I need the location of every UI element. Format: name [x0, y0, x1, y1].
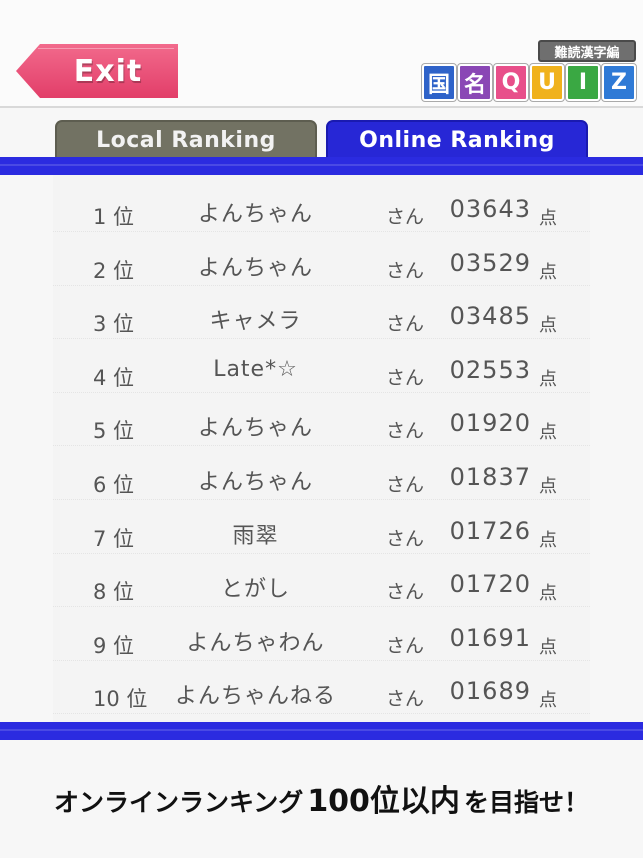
points-unit: 点	[539, 422, 557, 444]
tab-online-ranking[interactable]: Online Ranking	[326, 120, 588, 158]
honorific-label: さん	[386, 688, 425, 711]
points-unit: 点	[539, 368, 557, 390]
tab-online-ranking-label: Online Ranking	[359, 127, 555, 153]
score-value: 01920	[449, 409, 531, 438]
score-value: 02553	[449, 355, 531, 384]
points-unit: 点	[539, 583, 557, 605]
honorific-label: さん	[386, 527, 425, 550]
player-name: よんちゃん	[197, 416, 313, 442]
rank-label: 8 位	[93, 580, 135, 605]
logo-tile: I	[566, 64, 600, 101]
logo-tile: Z	[602, 64, 636, 101]
ranking-bottom-border	[0, 722, 643, 740]
honorific-label: さん	[386, 634, 425, 657]
rank-label: 2 位	[93, 258, 135, 283]
honorific-label: さん	[386, 313, 425, 336]
logo-subtitle: 難読漢字編	[538, 40, 636, 62]
footer-text-part2: 100位以内	[307, 784, 460, 819]
points-unit: 点	[539, 529, 557, 551]
exit-button-label: Exit	[73, 53, 143, 89]
ranking-row: 8 位 とがし さん 01720 点	[53, 554, 590, 608]
rank-label: 7 位	[93, 526, 135, 551]
logo-tile: 国	[422, 64, 456, 101]
app-logo: 国名QUIZ	[422, 64, 636, 101]
ranking-row: 10 位 よんちゃんねる さん 01689 点	[53, 661, 590, 715]
player-name: よんちゃわん	[186, 630, 325, 656]
footer-text-part3: を目指せ！	[463, 788, 589, 817]
score-value: 01691	[449, 623, 531, 652]
footer-text-part1: オンラインランキング	[54, 788, 304, 817]
exit-button[interactable]: Exit	[16, 44, 178, 98]
player-name: Late*☆	[213, 356, 298, 382]
ranking-row: 7 位 雨翠 さん 01726 点	[53, 501, 590, 554]
ranking-row: 5 位 よんちゃん さん 01920 点	[53, 393, 590, 447]
score-value: 01837	[449, 463, 531, 491]
ranking-top-border	[0, 157, 643, 175]
player-name: 雨翠	[232, 523, 279, 549]
player-name: キャメラ	[209, 309, 302, 335]
logo-tile: Q	[494, 64, 528, 101]
ranking-row: 2 位 よんちゃん さん 03529 点	[53, 233, 590, 286]
points-unit: 点	[539, 261, 557, 283]
logo-tile: 名	[458, 64, 492, 101]
score-value: 01720	[449, 570, 531, 599]
tab-local-ranking-label: Local Ranking	[96, 127, 276, 153]
rank-label: 6 位	[93, 473, 135, 497]
ranking-row: 6 位 よんちゃん さん 01837 点	[53, 447, 590, 500]
header-bar: Exit 難読漢字編 国名QUIZ	[0, 0, 643, 108]
ranking-list: 1 位 よんちゃん さん 03643 点 2 位 よんちゃん さん 03529 …	[53, 175, 590, 722]
rank-label: 1 位	[93, 205, 135, 229]
score-value: 03529	[449, 248, 531, 277]
ranking-row: 3 位 キャメラ さん 03485 点	[53, 286, 590, 340]
rank-label: 9 位	[93, 633, 135, 658]
score-value: 03643	[449, 195, 531, 223]
honorific-label: さん	[386, 206, 425, 228]
rank-label: 5 位	[93, 419, 135, 444]
points-unit: 点	[539, 208, 557, 229]
honorific-label: さん	[386, 420, 425, 443]
points-unit: 点	[539, 636, 557, 658]
score-value: 01726	[449, 516, 531, 545]
ranking-row: 4 位 Late*☆ さん 02553 点	[53, 340, 590, 393]
honorific-label: さん	[386, 259, 425, 282]
rank-label: 4 位	[93, 365, 135, 390]
player-name: よんちゃんねる	[174, 684, 336, 710]
score-value: 03485	[449, 302, 531, 331]
score-value: 01689	[449, 677, 531, 706]
player-name: よんちゃん	[197, 470, 313, 495]
logo-tile: U	[530, 64, 564, 101]
points-unit: 点	[539, 476, 557, 497]
honorific-label: さん	[386, 581, 425, 604]
player-name: よんちゃん	[197, 255, 313, 281]
rank-label: 10 位	[93, 687, 148, 712]
ranking-row: 1 位 よんちゃん さん 03643 点	[53, 179, 590, 232]
points-unit: 点	[539, 315, 557, 337]
honorific-label: さん	[386, 474, 425, 496]
tab-local-ranking[interactable]: Local Ranking	[55, 120, 317, 158]
ranking-row: 9 位 よんちゃわん さん 01691 点	[53, 608, 590, 661]
rank-label: 3 位	[93, 312, 135, 337]
footer-message: オンラインランキング 100位以内 を目指せ！	[0, 776, 643, 826]
player-name: よんちゃん	[197, 202, 313, 227]
player-name: とがし	[220, 577, 290, 603]
points-unit: 点	[539, 690, 557, 712]
honorific-label: さん	[386, 366, 425, 389]
